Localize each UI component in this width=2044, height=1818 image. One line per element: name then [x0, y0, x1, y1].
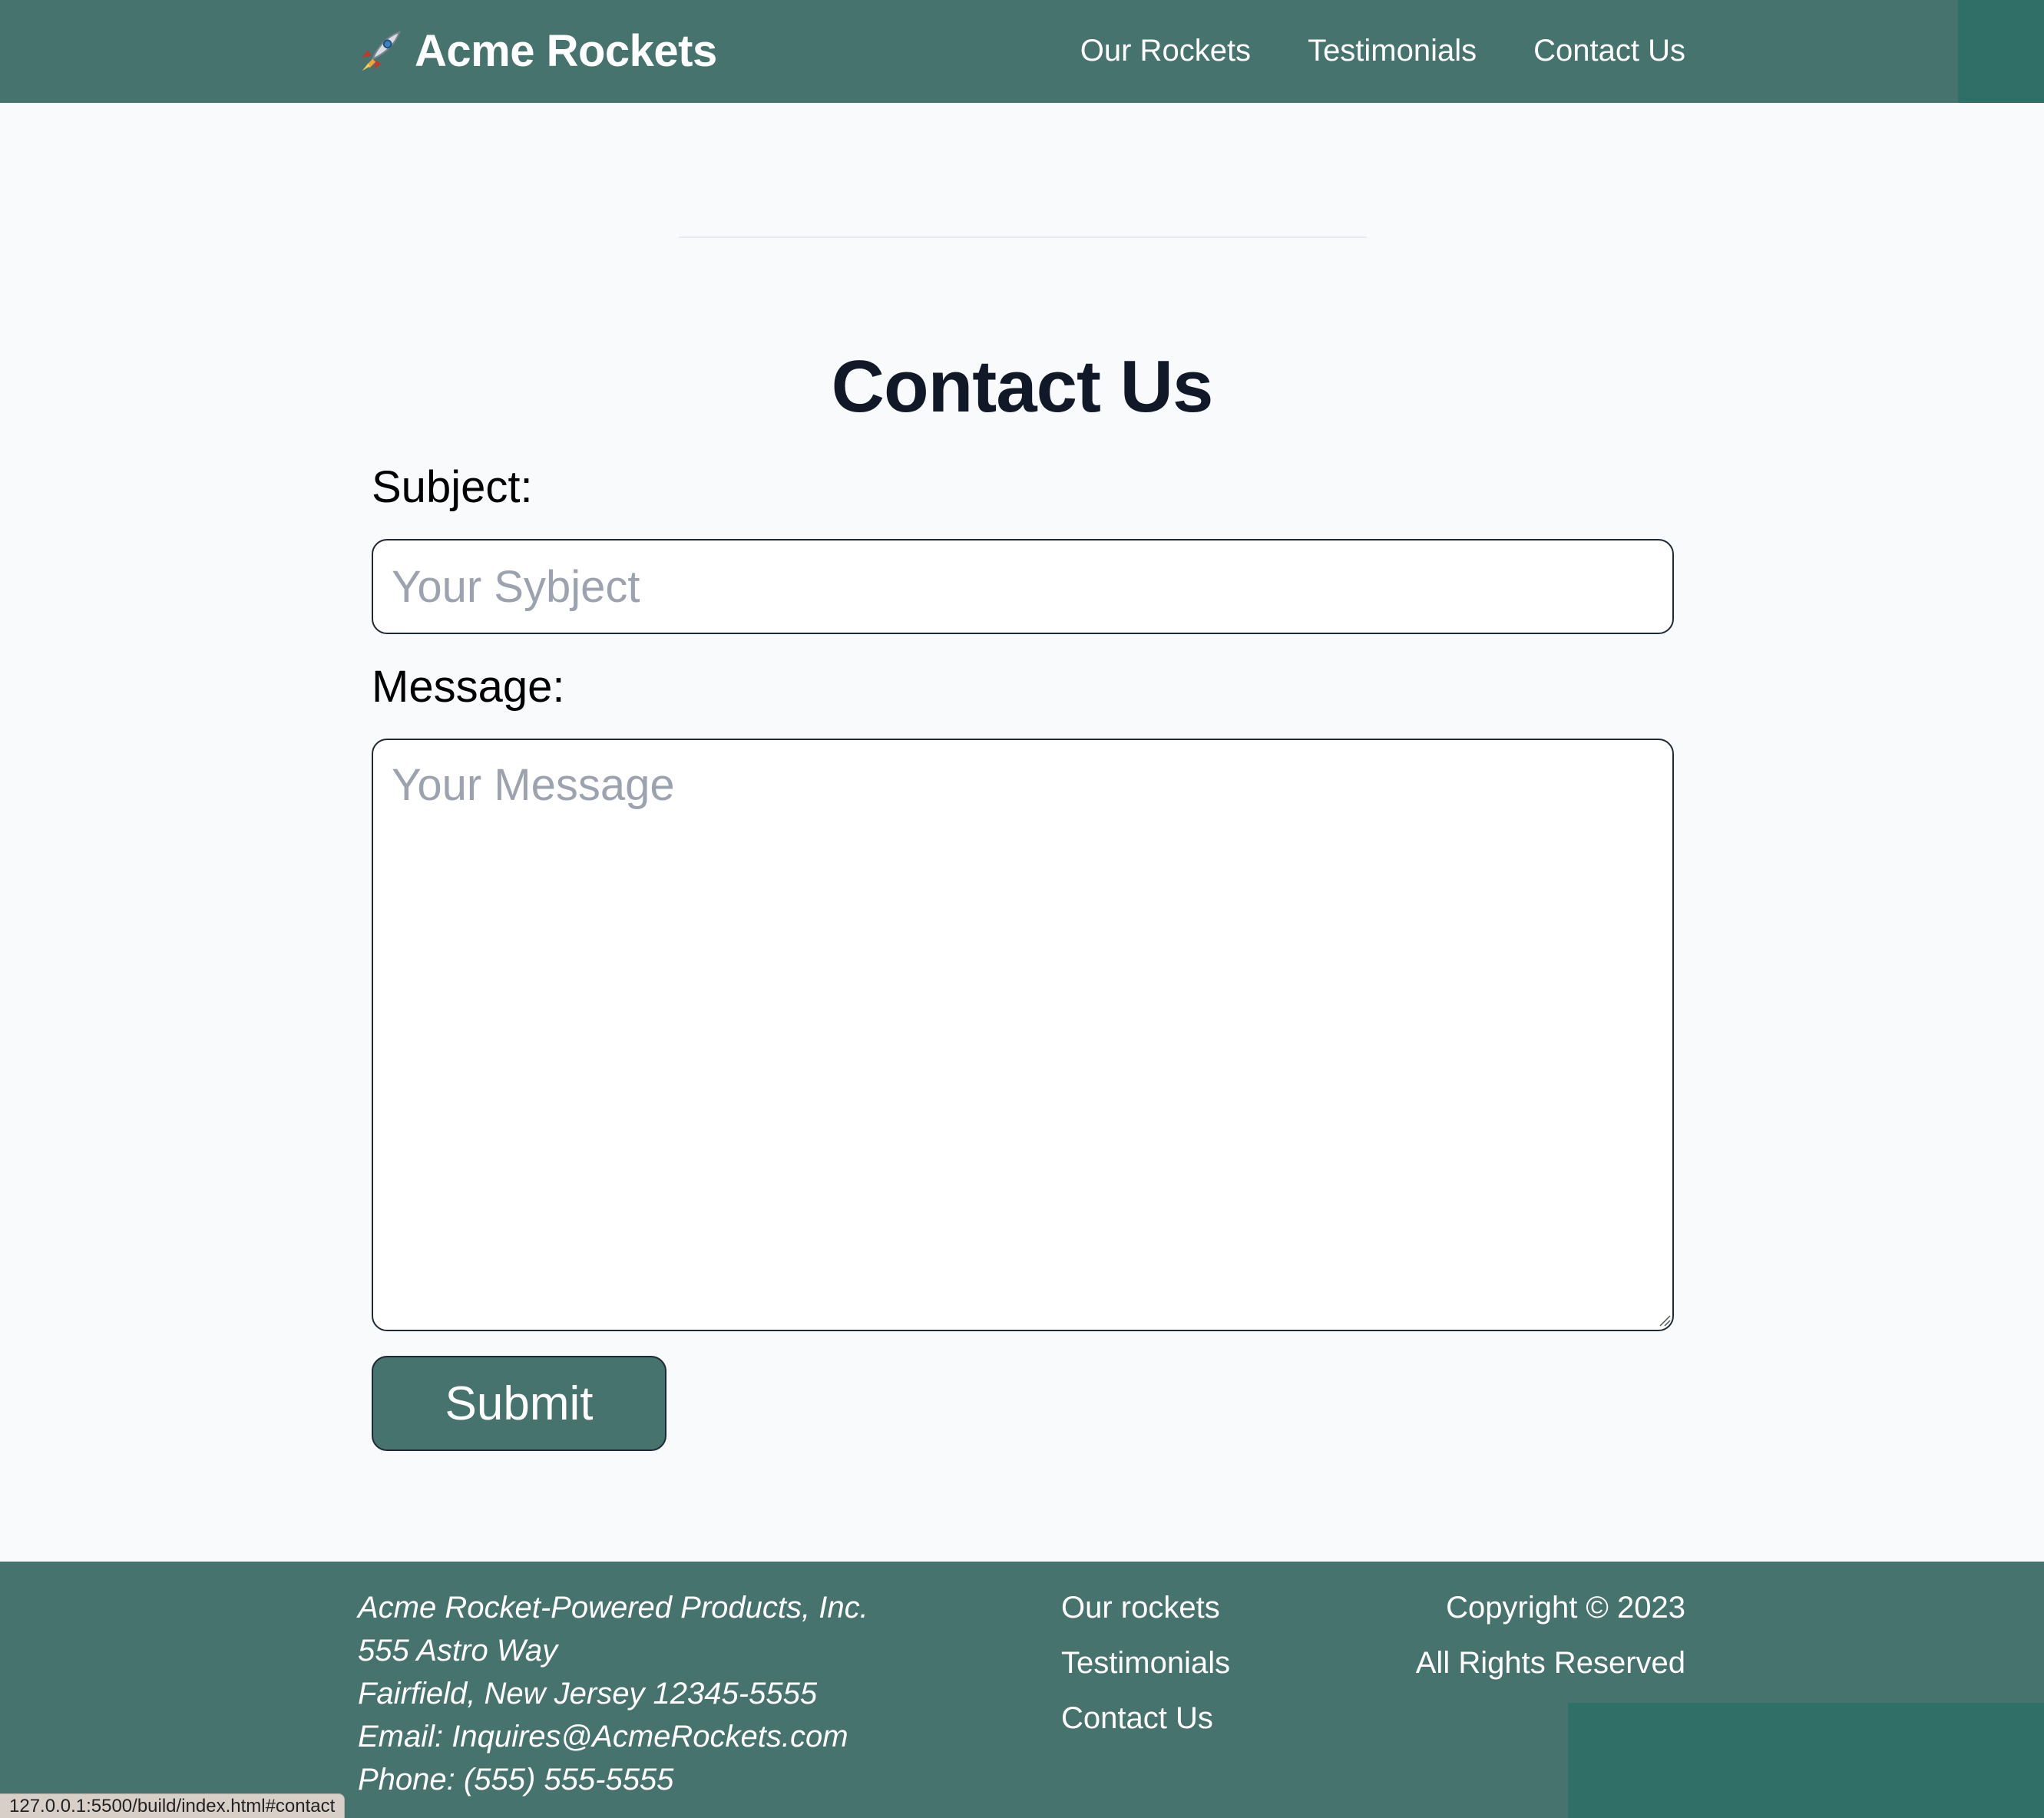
- contact-email: Email: Inquires@AcmeRockets.com: [358, 1720, 848, 1754]
- subject-label: Subject:: [372, 462, 533, 512]
- section-divider: [679, 236, 1367, 238]
- contact-phone: Phone: (555) 555-5555: [358, 1763, 674, 1797]
- footer-link-testimonials[interactable]: Testimonials: [1061, 1641, 1230, 1684]
- rocket-icon: [356, 28, 404, 75]
- footer-shade: [1568, 1703, 2044, 1818]
- footer-address: Acme Rocket-Powered Products, Inc. 555 A…: [358, 1586, 868, 1801]
- status-bar-url: 127.0.0.1:5500/build/index.html#contact: [0, 1793, 346, 1818]
- street-address: 555 Astro Way: [358, 1634, 558, 1668]
- footer-copyright: Copyright © 2023 All Rights Reserved: [1416, 1586, 1685, 1697]
- company-name: Acme Rocket-Powered Products, Inc.: [358, 1591, 868, 1625]
- nav-our-rockets[interactable]: Our Rockets: [1080, 29, 1251, 72]
- nav-testimonials[interactable]: Testimonials: [1308, 29, 1477, 72]
- message-textarea[interactable]: [372, 739, 1674, 1331]
- brand-link[interactable]: Acme Rockets: [356, 25, 717, 78]
- site-footer: Acme Rocket-Powered Products, Inc. 555 A…: [0, 1562, 2044, 1818]
- message-label: Message:: [372, 662, 565, 712]
- brand-name: Acme Rockets: [415, 26, 717, 76]
- submit-button[interactable]: Submit: [372, 1356, 666, 1451]
- rights-text: All Rights Reserved: [1415, 1646, 1685, 1680]
- page-title: Contact Us: [831, 345, 1214, 428]
- main-nav: Our Rockets Testimonials Contact Us: [1080, 29, 1685, 72]
- footer-nav: Our rockets Testimonials Contact Us: [1061, 1586, 1230, 1740]
- footer-link-our-rockets[interactable]: Our rockets: [1061, 1586, 1230, 1629]
- city-state-zip: Fairfield, New Jersey 12345-5555: [358, 1677, 818, 1711]
- footer-link-contact-us[interactable]: Contact Us: [1061, 1697, 1230, 1740]
- subject-input[interactable]: [372, 539, 1674, 634]
- nav-contact-us[interactable]: Contact Us: [1533, 29, 1685, 72]
- resize-grip-icon[interactable]: [1659, 1314, 1671, 1327]
- header-shade: [1958, 0, 2044, 103]
- site-header: Acme Rockets Our Rockets Testimonials Co…: [0, 0, 2044, 103]
- copyright-text: Copyright © 2023: [1446, 1591, 1685, 1625]
